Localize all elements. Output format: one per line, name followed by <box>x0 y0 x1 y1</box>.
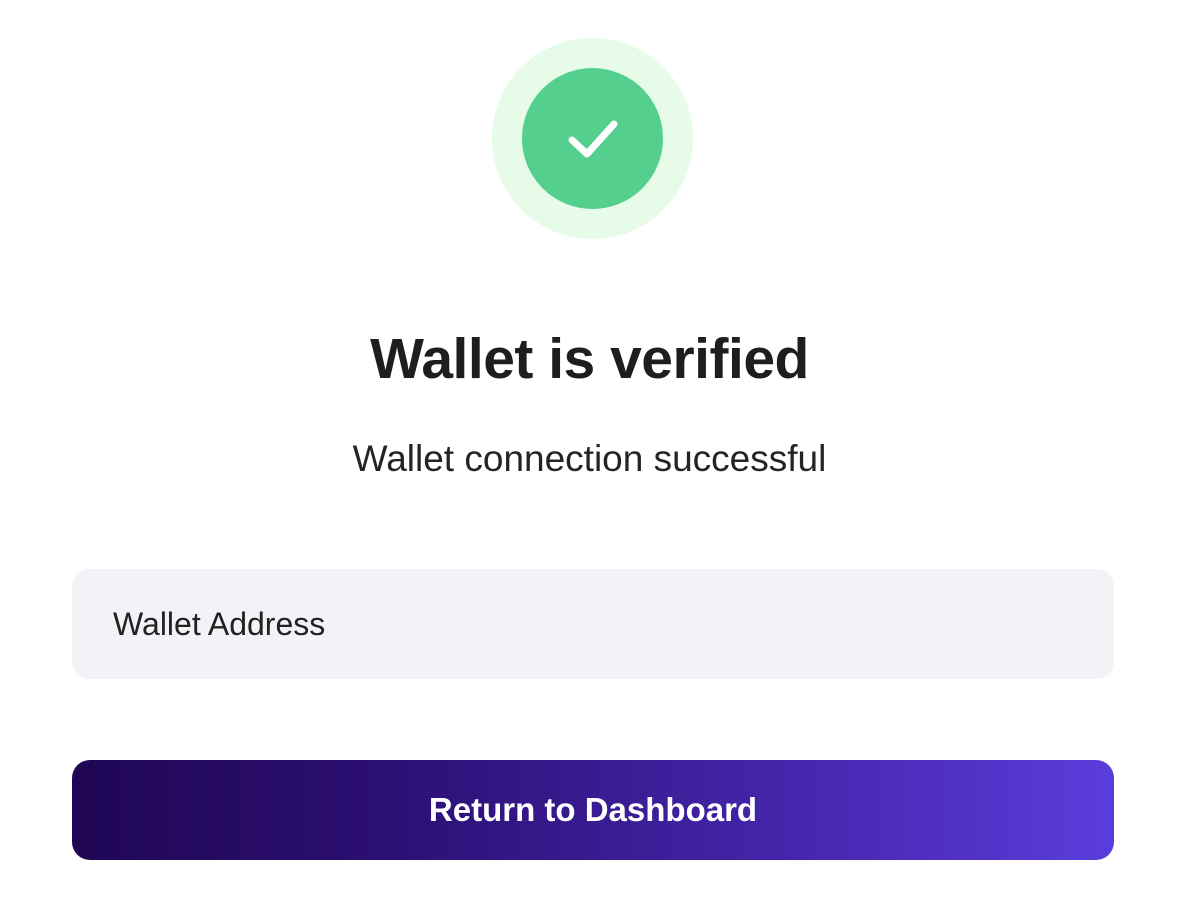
success-badge <box>492 38 693 239</box>
return-to-dashboard-label: Return to Dashboard <box>428 791 758 828</box>
page-subtitle: Wallet connection successful <box>352 438 827 479</box>
wallet-address-field[interactable]: Wallet Address <box>72 569 1114 679</box>
success-circle <box>522 68 663 209</box>
verification-screen: Wallet is verified Wallet connection suc… <box>0 0 1179 898</box>
page-title: Wallet is verified <box>370 327 809 391</box>
return-to-dashboard-button[interactable]: Return to Dashboard <box>72 760 1114 860</box>
checkmark-icon <box>568 120 617 157</box>
wallet-address-label: Wallet Address <box>113 605 326 642</box>
